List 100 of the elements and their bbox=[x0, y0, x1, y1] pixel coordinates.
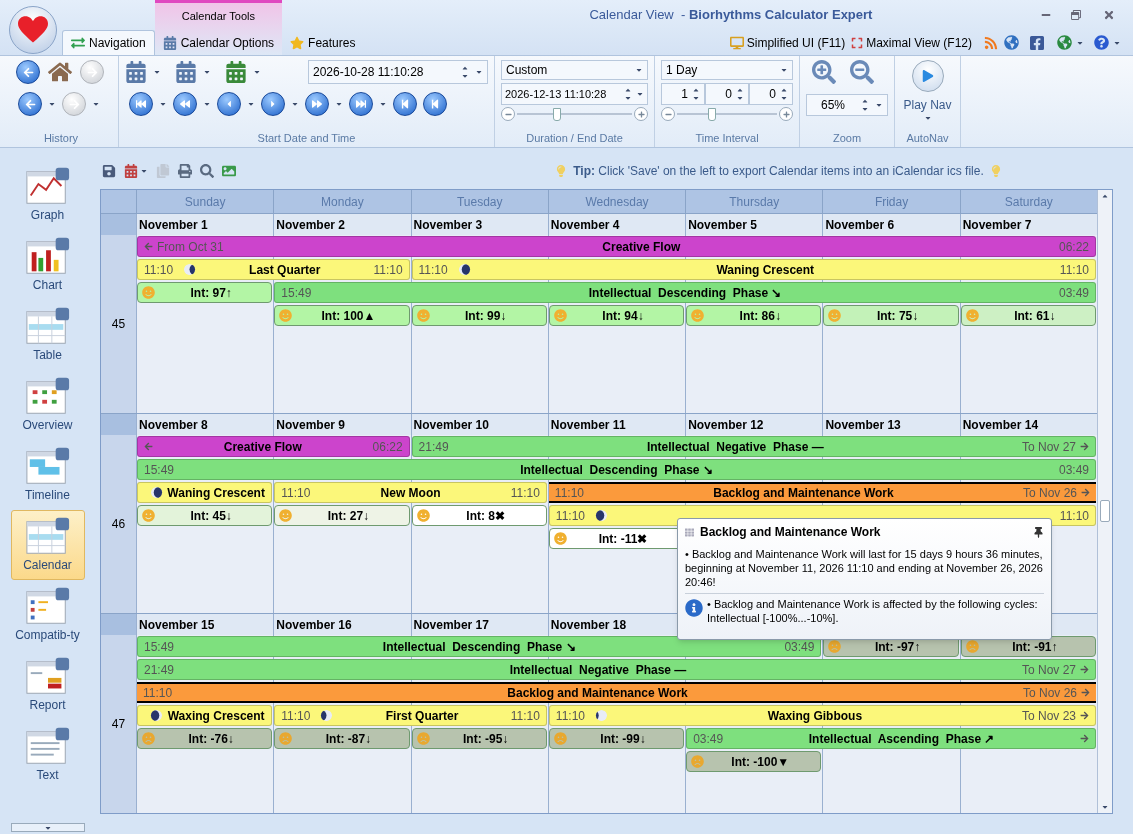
biorhythm-value[interactable]: Int: -100▼ bbox=[686, 751, 822, 772]
print-preview-button[interactable] bbox=[200, 164, 214, 178]
facebook-icon[interactable] bbox=[1029, 34, 1045, 51]
calendar-event[interactable]: 15:49 Intellectual Descending Phase ↘ 03:49 bbox=[137, 636, 822, 657]
duration-dropdown[interactable]: Custom bbox=[501, 60, 648, 80]
view-button[interactable]: Report bbox=[10, 650, 85, 720]
ribbon-tab[interactable]: Features bbox=[282, 30, 364, 55]
calendar-event[interactable]: From Oct 31 Creative Flow 06:22 bbox=[137, 236, 1096, 257]
help-button[interactable] bbox=[1094, 35, 1121, 50]
calendar-event[interactable]: Creative Flow 06:22 bbox=[137, 436, 410, 457]
back-button[interactable] bbox=[16, 60, 40, 84]
back-button[interactable] bbox=[18, 92, 42, 116]
event-title: Intellectual Negative Phase — bbox=[509, 661, 687, 679]
print-button[interactable] bbox=[178, 164, 192, 178]
rewind-button[interactable] bbox=[173, 92, 197, 116]
interval-dropdown[interactable]: 1 Day bbox=[661, 60, 793, 80]
ribbon-tab[interactable]: Navigation bbox=[62, 30, 155, 55]
interval-slider[interactable] bbox=[677, 106, 777, 122]
view-button[interactable]: Graph bbox=[10, 160, 85, 230]
calendar-menu-button[interactable] bbox=[124, 164, 148, 178]
biorhythm-value[interactable]: Int: 27↓ bbox=[274, 505, 410, 526]
calendar-event[interactable]: 11:10 Last Quarter 11:10 bbox=[137, 259, 410, 280]
biorhythm-value[interactable]: Int: 86↓ bbox=[686, 305, 822, 326]
rewind-fast-button[interactable] bbox=[129, 92, 153, 116]
slider-thumb[interactable] bbox=[553, 107, 562, 121]
interval-spinner[interactable]: 0 bbox=[705, 83, 749, 105]
calendar-event[interactable]: 15:49 Intellectual Descending Phase ↘ 03:49 bbox=[274, 282, 1096, 303]
weekday-header: Monday bbox=[273, 190, 411, 213]
end-date-field[interactable]: 2026-12-13 11:10:28 bbox=[501, 83, 648, 105]
calendar-icon bbox=[225, 61, 247, 83]
forward-fast-button[interactable] bbox=[349, 92, 373, 116]
view-button[interactable]: Chart bbox=[10, 230, 85, 300]
calendar-event[interactable]: 11:10 Waning Crescent 11:10 bbox=[411, 259, 1096, 280]
zoom-in-button[interactable] bbox=[812, 60, 836, 84]
biorhythm-value[interactable]: Int: -87↓ bbox=[274, 728, 410, 749]
view-button[interactable]: Timeline bbox=[10, 440, 85, 510]
calendar-event[interactable]: 21:49 Intellectual Negative Phase — To Nov 27 bbox=[137, 659, 1096, 680]
add-image-button[interactable] bbox=[222, 164, 236, 178]
ribbon-tab[interactable]: Calendar Options bbox=[154, 30, 283, 55]
calendar-event[interactable]: 11:10 First Quarter 11:10 bbox=[274, 705, 547, 726]
minus-button[interactable] bbox=[661, 107, 675, 121]
calendar-menu-button[interactable] bbox=[175, 61, 211, 83]
pin-button[interactable] bbox=[1033, 526, 1044, 538]
play-nav-button[interactable]: Play Nav bbox=[901, 60, 954, 122]
calendar-icon bbox=[162, 35, 177, 50]
calendar-menu-button[interactable] bbox=[225, 61, 261, 83]
globe-icon[interactable] bbox=[1004, 35, 1019, 50]
view-button[interactable]: Compatib-ty bbox=[10, 580, 85, 650]
biorhythm-value[interactable]: Int: -99↓ bbox=[548, 728, 685, 749]
interval-spinner[interactable]: 0 bbox=[749, 83, 793, 105]
view-button[interactable]: Table bbox=[10, 300, 85, 370]
view-button[interactable]: Text bbox=[10, 720, 85, 790]
maximal-view-button[interactable]: Maximal View (F12) bbox=[851, 33, 972, 52]
calendar-event[interactable]: Waning Crescent bbox=[137, 482, 273, 503]
start-date-field[interactable]: 2026-10-28 11:10:28 bbox=[308, 60, 488, 84]
slider-thumb[interactable] bbox=[708, 107, 716, 121]
plus-button[interactable] bbox=[779, 107, 793, 121]
biorhythm-value[interactable]: Int: -76↓ bbox=[137, 728, 273, 749]
biorhythm-value[interactable]: Int: -95↓ bbox=[411, 728, 547, 749]
app-menu-button[interactable] bbox=[9, 6, 57, 54]
calendar-event[interactable]: 11:10 Backlog and Maintenance Work To Nov 26 bbox=[137, 682, 1096, 703]
forward-button[interactable] bbox=[305, 92, 329, 116]
next-button[interactable] bbox=[261, 92, 285, 116]
view-button[interactable]: Calendar bbox=[10, 510, 85, 580]
calendar-event[interactable]: 11:10 Backlog and Maintenance Work To Nov 26 bbox=[548, 482, 1096, 503]
home-button[interactable] bbox=[48, 61, 72, 83]
save-button[interactable] bbox=[102, 164, 116, 178]
calendar-event[interactable]: 15:49 Intellectual Descending Phase ↘ 03:49 bbox=[137, 459, 1096, 480]
plus-button[interactable] bbox=[634, 107, 648, 121]
simplified-ui-button[interactable]: Simplified UI (F11) bbox=[729, 33, 846, 52]
minus-button[interactable] bbox=[501, 107, 515, 121]
zoom-out-button[interactable] bbox=[850, 60, 874, 84]
view-button[interactable]: Overview bbox=[10, 370, 85, 440]
grid-icon bbox=[24, 376, 71, 416]
biorhythm-value[interactable]: Int: 100▲ bbox=[274, 305, 410, 326]
web-menu-button[interactable] bbox=[1057, 35, 1084, 50]
calendar-event[interactable]: 21:49 Intellectual Negative Phase — To Nov 27 bbox=[411, 436, 1096, 457]
biorhythm-value[interactable]: Int: 45↓ bbox=[137, 505, 273, 526]
biorhythm-value[interactable]: Int: 99↓ bbox=[411, 305, 547, 326]
biorhythm-value[interactable]: Int: 94↓ bbox=[548, 305, 685, 326]
value-text: Int: 97↑ bbox=[189, 284, 233, 302]
calendar-event[interactable]: 11:10 New Moon 11:10 bbox=[274, 482, 547, 503]
biorhythm-value[interactable]: Int: 61↓ bbox=[960, 305, 1096, 326]
biorhythm-value[interactable]: Int: 8✖ bbox=[411, 505, 547, 526]
calendar-event[interactable]: 03:49 Intellectual Ascending Phase ↗ bbox=[686, 728, 1096, 749]
interval-spinner[interactable]: 1 bbox=[661, 83, 705, 105]
calendar-event[interactable]: Waxing Crescent bbox=[137, 705, 273, 726]
calendar-event[interactable]: 11:10 Waxing Gibbous To Nov 23 bbox=[548, 705, 1096, 726]
first-button[interactable] bbox=[393, 92, 417, 116]
zoom-field[interactable]: 65% bbox=[806, 94, 888, 116]
previous-button[interactable] bbox=[217, 92, 241, 116]
fast-backward-icon bbox=[136, 99, 146, 109]
rss-icon[interactable] bbox=[984, 35, 998, 50]
duration-slider[interactable] bbox=[517, 106, 632, 122]
vertical-scrollbar[interactable] bbox=[1097, 190, 1112, 813]
biorhythm-value[interactable]: Int: 75↓ bbox=[823, 305, 959, 326]
step-back-button[interactable] bbox=[423, 92, 447, 116]
scrollbar-thumb[interactable] bbox=[1100, 500, 1110, 522]
calendar-menu-button[interactable] bbox=[125, 61, 161, 83]
biorhythm-value[interactable]: Int: 97↑ bbox=[137, 282, 273, 303]
